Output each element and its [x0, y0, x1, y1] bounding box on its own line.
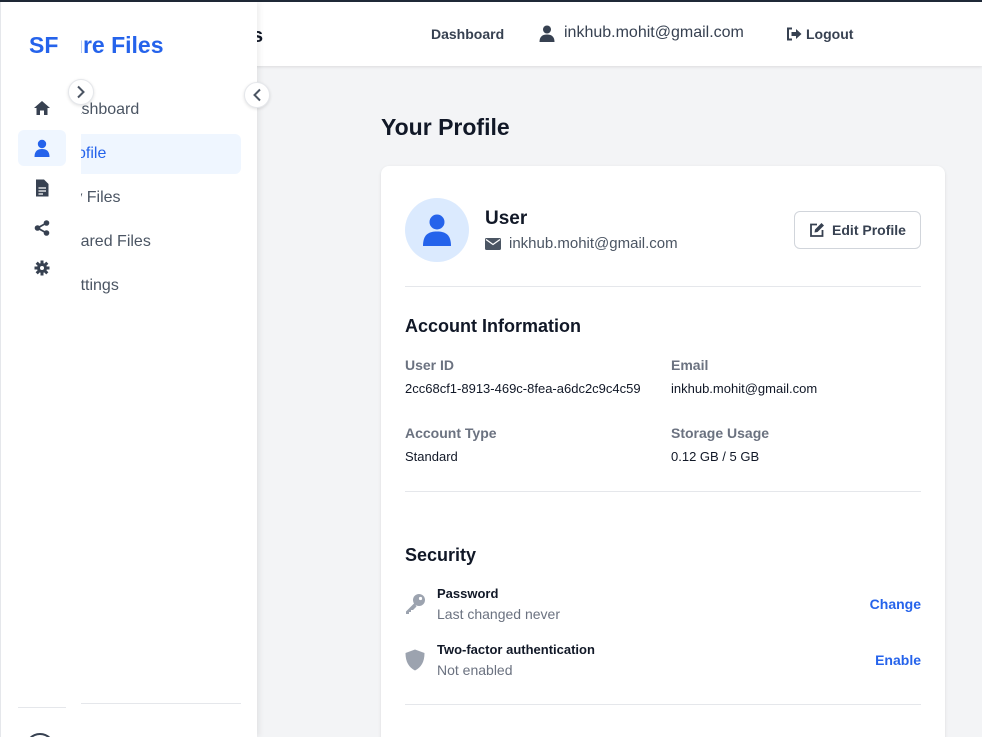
divider [405, 704, 921, 705]
email-value: inkhub.mohit@gmail.com [671, 381, 818, 396]
rail-item-settings[interactable] [18, 250, 66, 286]
rail-item-my-files[interactable] [18, 170, 66, 206]
logout-label: Logout [806, 26, 854, 42]
logout-icon [787, 27, 802, 41]
email-label: Email [671, 357, 709, 373]
profile-email: inkhub.mohit@gmail.com [485, 235, 678, 252]
logout-button[interactable]: Logout [786, 26, 853, 42]
collapsed-sidebar-rail: SF [0, 2, 81, 737]
two-factor-title: Two-factor authentication [437, 642, 595, 657]
storage-usage-value: 0.12 GB / 5 GB [671, 449, 760, 464]
envelope-icon [485, 237, 501, 250]
chevron-right-icon [77, 85, 85, 99]
rail-divider [18, 707, 66, 708]
user-icon [34, 139, 50, 157]
page-title: Your Profile [381, 114, 510, 140]
profile-email-text: inkhub.mohit@gmail.com [509, 235, 678, 252]
file-icon [36, 179, 49, 197]
rail-brand: SF [29, 32, 59, 58]
navbar-user[interactable]: inkhub.mohit@gmail.com [539, 24, 744, 42]
two-factor-status: Not enabled [437, 662, 513, 678]
chevron-left-icon [253, 88, 261, 102]
account-info-title: Account Information [405, 316, 581, 336]
nav-dashboard-link[interactable]: Dashboard [431, 26, 504, 42]
user-id-value: 2cc68cf1-8913-469c-8fea-a6dc2c9c4c59 [405, 381, 641, 396]
edit-profile-button[interactable]: Edit Profile [794, 211, 921, 249]
gear-icon [34, 260, 50, 276]
divider [405, 491, 921, 492]
collapse-sidebar-button[interactable] [244, 82, 270, 108]
profile-name: User [485, 208, 528, 229]
storage-usage-label: Storage Usage [671, 425, 770, 441]
navbar-user-email: inkhub.mohit@gmail.com [564, 24, 744, 41]
user-icon [539, 25, 555, 42]
profile-avatar [405, 198, 469, 262]
rail-item-dashboard[interactable] [18, 90, 66, 126]
password-status: Last changed never [437, 606, 560, 622]
rail-item-profile[interactable] [18, 130, 66, 166]
rail-item-shared-files[interactable] [18, 210, 66, 246]
account-type-value: Standard [405, 449, 458, 464]
edit-icon [810, 223, 825, 237]
avatar[interactable] [25, 733, 55, 737]
user-id-label: User ID [405, 357, 455, 373]
expand-sidebar-button[interactable] [68, 79, 94, 105]
security-title: Security [405, 545, 477, 565]
divider [405, 286, 921, 287]
password-title: Password [437, 586, 499, 601]
user-icon [423, 214, 451, 246]
home-icon [34, 101, 50, 115]
shield-icon [403, 648, 427, 672]
change-password-link[interactable]: Change [870, 596, 921, 612]
edit-profile-label: Edit Profile [832, 222, 906, 238]
share-icon [34, 220, 50, 236]
account-type-label: Account Type [405, 425, 497, 441]
enable-two-factor-link[interactable]: Enable [875, 652, 921, 668]
profile-card: User inkhub.mohit@gmail.com Edit Profile… [381, 166, 945, 737]
key-icon [403, 592, 427, 616]
